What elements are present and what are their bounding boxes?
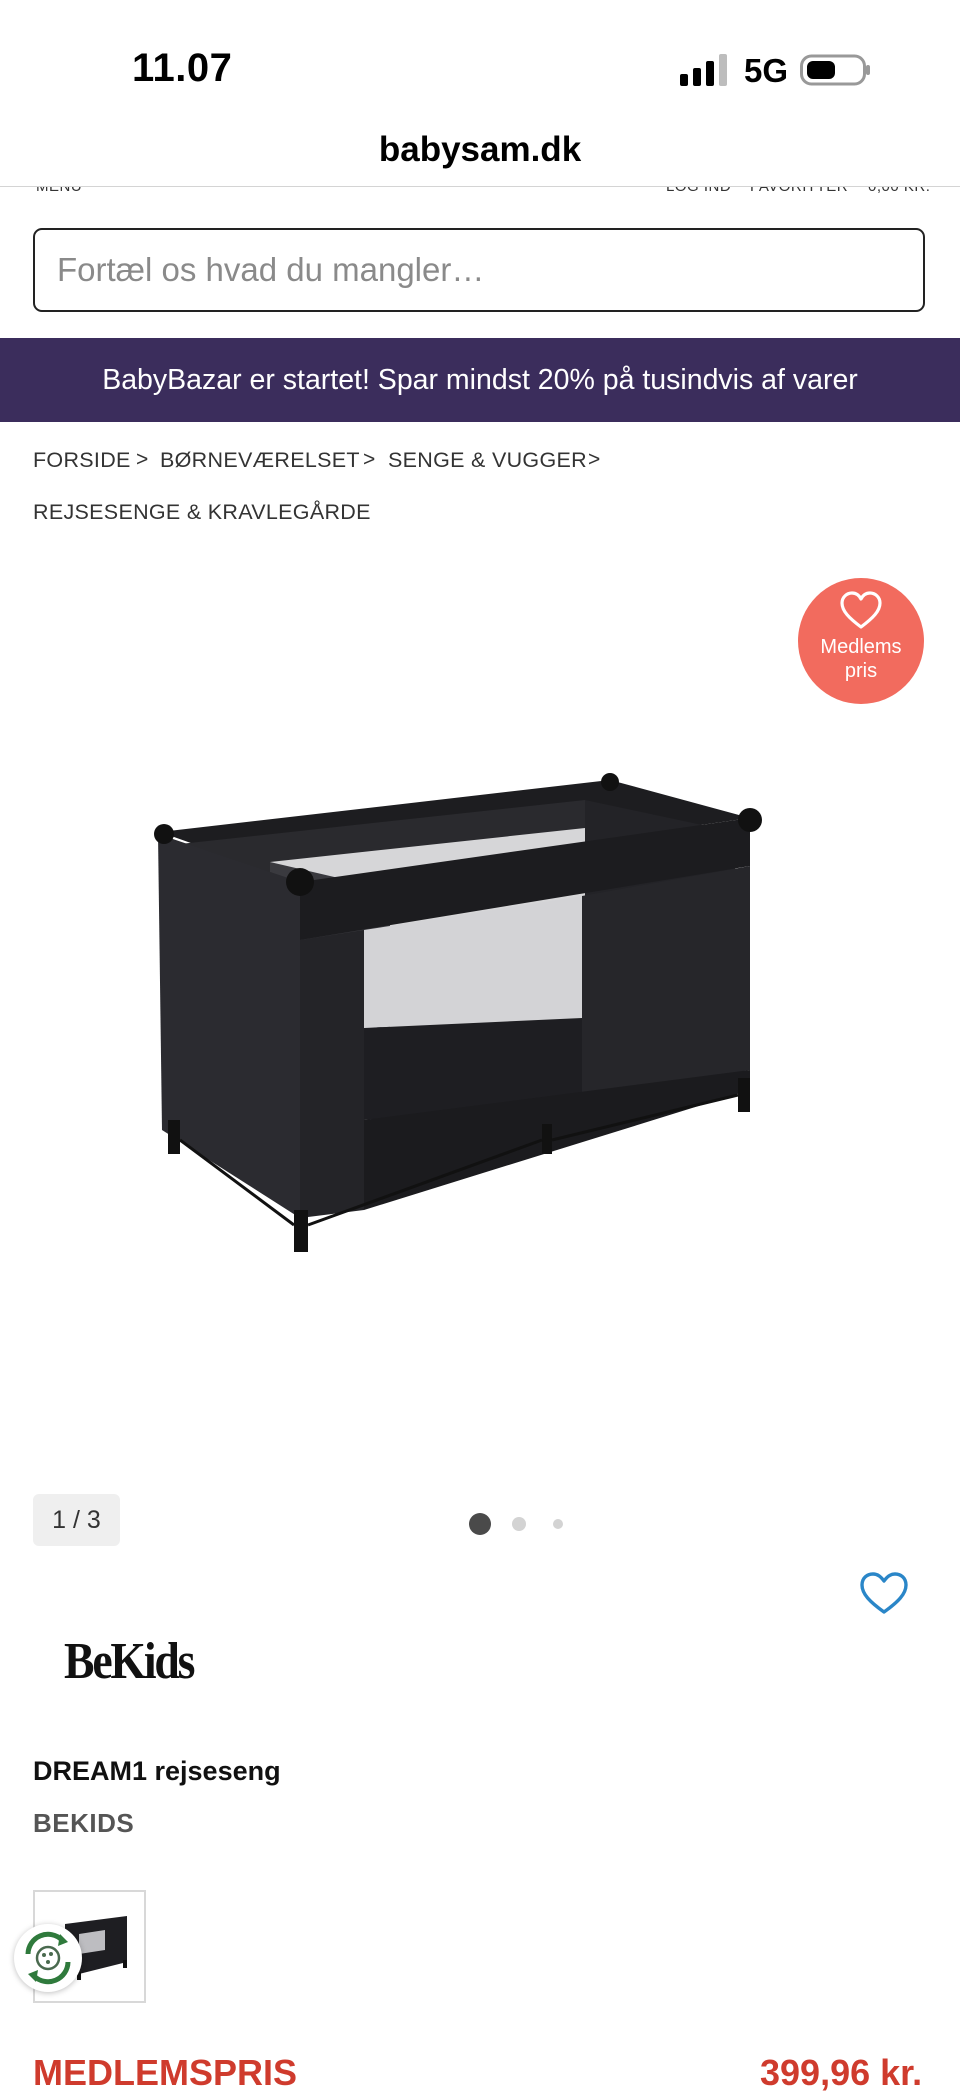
carousel-dot-active[interactable] (469, 1513, 491, 1535)
login-link[interactable]: LOG IND (666, 187, 731, 195)
price-label: MEDLEMSPRIS (33, 2052, 298, 2093)
heart-icon (840, 591, 882, 629)
search-box[interactable] (33, 228, 925, 312)
search-input[interactable] (35, 230, 923, 310)
breadcrumb-item-boernevaerelset[interactable]: BØRNEVÆRELSET (160, 448, 360, 473)
image-counter: 1 / 3 (33, 1494, 120, 1546)
breadcrumb-separator: > (363, 448, 376, 471)
product-image[interactable] (150, 770, 810, 1280)
clock: 11.07 (132, 46, 233, 90)
site-header: MENU LOG IND FAVORITTER 0,00 KR. (0, 187, 960, 195)
status-bar: 11.07 5G (0, 0, 960, 128)
network-type: 5G (744, 52, 789, 89)
carousel-dot[interactable] (553, 1519, 563, 1529)
promo-banner[interactable]: BabyBazar er startet! Spar mindst 20% på… (0, 338, 960, 422)
signal-icon (680, 54, 727, 86)
carousel-dot[interactable] (512, 1517, 526, 1531)
breadcrumb-item-rejsesenge[interactable]: REJSESENGE & KRAVLEGÅRDE (33, 500, 371, 525)
carousel-dots (460, 1508, 580, 1538)
cart-total[interactable]: 0,00 KR. (868, 187, 930, 195)
product-title: DREAM1 rejseseng (33, 1756, 281, 1786)
badge-label-line1: Medlems (820, 636, 902, 658)
favorite-heart-icon[interactable] (858, 1570, 910, 1616)
badge-label-line2: pris (844, 660, 878, 682)
recycle-icon[interactable] (14, 1924, 82, 1992)
breadcrumb-item-forside[interactable]: FORSIDE (33, 448, 131, 473)
breadcrumb-separator: > (136, 448, 149, 471)
breadcrumb-separator: > (588, 448, 601, 471)
brand-logo[interactable]: BeKids (64, 1632, 195, 1691)
member-price-badge: Medlems pris (798, 578, 924, 704)
price-value: 399,96 kr. (760, 2052, 923, 2093)
product-brand[interactable]: BEKIDS (33, 1808, 134, 1839)
url-text: babysam.dk (378, 130, 582, 169)
breadcrumb-item-senge-vugger[interactable]: SENGE & VUGGER (388, 448, 587, 473)
favorites-link[interactable]: FAVORITTER (750, 187, 848, 195)
breadcrumb: FORSIDE > BØRNEVÆRELSET > SENGE & VUGGER… (0, 440, 960, 530)
battery-icon (800, 54, 870, 86)
menu-button[interactable]: MENU (36, 187, 82, 195)
address-bar[interactable]: babysam.dk (0, 128, 960, 187)
